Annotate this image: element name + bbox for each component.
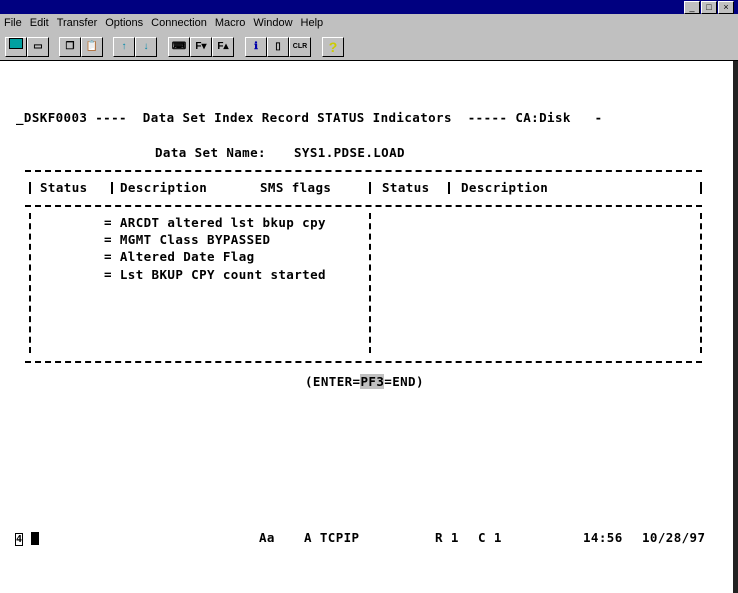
dataset-label: Data Set Name: [155,145,266,160]
divider [369,213,371,353]
info-icon[interactable]: ℹ [245,37,267,57]
divider [700,213,702,353]
receive-icon[interactable]: ↓ [135,37,157,57]
menu-options[interactable]: Options [101,14,147,33]
divider [448,182,450,194]
menu-bar: File Edit Transfer Options Connection Ma… [0,14,738,33]
maximize-button[interactable]: □ [701,1,717,14]
paste-icon[interactable]: 📋 [81,37,103,57]
keyboard-icon[interactable]: ⌨ [168,37,190,57]
divider [25,170,702,172]
macro-icon[interactable]: ▯ [267,37,289,57]
divider [700,182,702,194]
row-item: = Altered Date Flag [104,249,255,264]
dataset-name: SYS1.PDSE.LOAD [294,145,405,160]
font-down-icon[interactable]: F▾ [190,37,212,57]
row-item: = Lst BKUP CPY count started [104,267,326,282]
status-col: C 1 [478,530,502,545]
status-row: R 1 [435,530,459,545]
title-bar: _ □ × [0,0,738,14]
menu-transfer[interactable]: Transfer [53,14,102,33]
footer-text: (ENTER= [305,374,361,389]
display-icon[interactable] [5,37,27,57]
col-description: Description [120,180,208,195]
help-icon[interactable]: ? [322,37,344,57]
col-status-2: Status [382,180,430,195]
clear-icon[interactable]: CLR [289,37,311,57]
divider [25,205,702,207]
divider [25,361,702,363]
col-description-2: Description [461,180,549,195]
status-time: 14:56 [583,530,623,545]
close-button[interactable]: × [718,1,734,14]
menu-window[interactable]: Window [249,14,296,33]
status-mode: Aa [259,530,275,545]
menu-help[interactable]: Help [297,14,328,33]
pf3-key[interactable]: PF3 [360,374,385,389]
divider [29,182,31,194]
status-connection: A TCPIP [304,530,360,545]
footer-keys: (ENTER=PF3=END) [305,374,424,389]
row-item: = MGMT Class BYPASSED [104,232,271,247]
font-up-icon[interactable]: F▴ [212,37,234,57]
menu-macro[interactable]: Macro [211,14,250,33]
screen-header: _DSKF0003 ---- Data Set Index Record STA… [16,110,603,125]
terminal-screen[interactable]: _DSKF0003 ---- Data Set Index Record STA… [0,61,738,593]
divider [29,213,31,353]
col-sms-flags: SMS flags [260,180,332,195]
col-status: Status [40,180,88,195]
divider [111,182,113,194]
row-item: = ARCDT altered lst bkup cpy [104,215,326,230]
send-icon[interactable]: ↑ [113,37,135,57]
oia-line: 4 [15,530,40,546]
toolbar: ▭ ❐ 📋 ↑ ↓ ⌨ F▾ F▴ ℹ ▯ CLR ? [0,33,738,61]
keyboard-lock-icon [31,532,40,545]
menu-connection[interactable]: Connection [147,14,211,33]
copy-icon[interactable]: ❐ [59,37,81,57]
menu-edit[interactable]: Edit [26,14,53,33]
session-id: 4 [15,533,24,546]
menu-file[interactable]: File [0,14,26,33]
divider [369,182,371,194]
status-date: 10/28/97 [642,530,706,545]
footer-text: =END) [384,374,424,389]
minimize-button[interactable]: _ [684,1,700,14]
print-icon[interactable]: ▭ [27,37,49,57]
